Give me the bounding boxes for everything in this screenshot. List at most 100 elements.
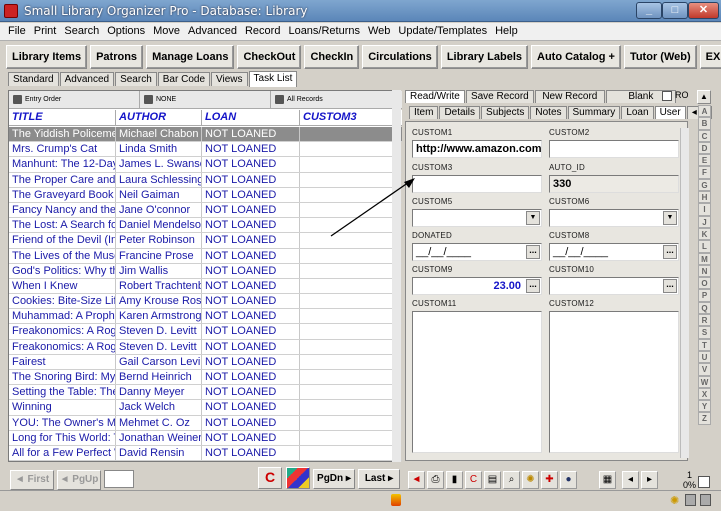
first-button[interactable]: ◄ First [10,470,54,490]
tab-advanced[interactable]: Advanced [59,72,115,86]
ellipsis-icon[interactable]: ... [663,279,677,293]
grid-scrollbar[interactable] [392,90,401,462]
close-button[interactable]: ✕ [688,2,719,19]
custom11-textarea[interactable] [412,311,542,453]
patrons-button[interactable]: Patrons [90,45,144,69]
custom6-select[interactable]: ▼ [549,209,679,227]
tab-views[interactable]: Views [211,72,248,86]
alpha-a[interactable]: A [698,105,711,118]
tab-standard[interactable]: Standard [8,72,59,86]
pgdn-button[interactable]: PgDn ▸ [313,469,355,489]
table-row[interactable]: The Yiddish Policemen Michael Chabon NOT L… [9,127,402,143]
jump-input[interactable] [104,470,134,488]
tab-search[interactable]: Search [115,72,157,86]
alpha-p[interactable]: P [698,289,711,302]
report-icon[interactable]: ▤ [484,471,501,489]
alpha-s[interactable]: S [698,326,711,339]
manage-loans-button[interactable]: Manage Loans [146,45,235,69]
table-row[interactable]: The Snoring Bird: My F Bernd Heinrich NOT … [9,370,402,386]
library-items-button[interactable]: Library Items [6,45,88,69]
pgup-button[interactable]: ◄ PgUp [57,470,101,490]
checkin-button[interactable]: CheckIn [304,45,360,69]
header-loan[interactable]: LOAN [202,110,300,125]
alpha-x[interactable]: X [698,387,711,401]
table-row[interactable]: All for a Few Perfect W David Rensin NOT L… [9,445,402,462]
ro-checkbox[interactable] [662,91,672,101]
header-custom3[interactable]: CUSTOM3 [300,110,400,125]
alpha-w[interactable]: W [698,375,711,388]
circulations-button[interactable]: Circulations [362,45,438,69]
exit-button[interactable]: EXIT [699,45,721,69]
table-row[interactable]: The Lives of the Muses Francine Prose NOT … [9,248,402,264]
table-row[interactable]: Cookies: Bite-Size LifeAmy Krouse Rosent… [9,294,402,310]
table-row[interactable]: Setting the Table: The Danny Meyer NOT LOA… [9,385,402,401]
alpha-b[interactable]: B [698,117,711,130]
alpha-k[interactable]: K [698,227,711,241]
menu-help[interactable]: Help [491,23,522,40]
menu-file[interactable]: File [4,23,30,40]
menu-update-templates[interactable]: Update/Templates [394,23,491,40]
alpha-z[interactable]: Z [698,412,711,425]
table-row[interactable]: YOU: The Owner's ManMehmet C. OzNOT LOAN… [9,415,402,431]
menu-record[interactable]: Record [241,23,284,40]
tab-summary[interactable]: Summary [567,106,621,119]
table-row[interactable]: Freakonomics: A Rogu Steven D. Levitt NOT … [9,339,402,355]
chevron-down-icon[interactable]: ▼ [663,211,677,225]
custom3-field[interactable] [412,175,542,193]
tab-item[interactable]: Item [409,106,439,119]
table-row[interactable]: Manhunt: The 12-DayJames L. SwansonNOT L… [9,157,402,173]
menu-print[interactable]: Print [30,23,61,40]
last-button[interactable]: Last ▸ [358,469,400,489]
custom5-select[interactable]: ▼ [412,209,542,227]
menu-web[interactable]: Web [364,23,394,40]
alpha-l[interactable]: L [698,240,711,253]
table-row[interactable]: Winning Jack Welch NOT LOANED [9,400,402,416]
sort-none[interactable]: NONE [140,91,271,108]
table-row[interactable]: Long for This World: Th Jonathan Weiner NO… [9,430,402,446]
custom9-field[interactable]: 23.00... [412,277,542,295]
table-row[interactable]: God's Politics: Why th Jim Wallis NOT LOAN… [9,263,402,279]
export-icon[interactable]: ▦ [599,471,616,489]
search-icon[interactable]: ⌕ [503,471,520,489]
donated-field[interactable]: __/__/____... [412,243,542,261]
print-icon[interactable]: ⎙ [427,471,444,489]
option-checkbox[interactable] [698,476,710,488]
trash-icon[interactable]: ▮ [446,471,463,489]
alpha-f[interactable]: F [698,166,711,179]
custom2-field[interactable] [549,140,679,158]
ellipsis-icon[interactable]: ... [663,245,677,259]
custom12-textarea[interactable] [549,311,679,453]
next-record-icon[interactable]: ▸ [641,471,658,489]
new-record-button[interactable]: New Record [534,90,605,103]
save-record-button[interactable]: Save Record [465,90,534,103]
alpha-e[interactable]: E [698,154,711,167]
alpha-n[interactable]: N [698,264,711,278]
tab-loan[interactable]: Loan [621,106,654,119]
alpha-t[interactable]: T [698,338,711,351]
maximize-button[interactable]: □ [662,2,688,19]
alpha-y[interactable]: Y [698,400,711,413]
chevron-down-icon[interactable]: ▼ [526,211,540,225]
scroll-up-icon[interactable]: ▲ [697,90,711,104]
ellipsis-icon[interactable]: ... [526,245,540,259]
alpha-u[interactable]: U [698,350,711,364]
tab-scroll-left-icon[interactable]: ◂ [686,106,699,119]
lightbulb-icon[interactable]: ✺ [522,471,539,489]
tab-read-write[interactable]: Read/Write [405,90,465,103]
table-row[interactable]: Freakonomics: A Rogu Steven D. Levitt NOT … [9,324,402,340]
prev-record-icon[interactable]: ◂ [622,471,639,489]
auto-catalog-button[interactable]: Auto Catalog + [531,45,621,69]
ellipsis-icon[interactable]: ... [526,279,540,293]
refresh-icon[interactable]: C [465,471,482,489]
alpha-i[interactable]: I [698,203,711,216]
checkout-button[interactable]: CheckOut [237,45,302,69]
alpha-d[interactable]: D [698,141,711,155]
alpha-j[interactable]: J [698,215,711,228]
tag-icon[interactable]: ✚ [541,471,558,489]
alpha-c[interactable]: C [698,129,711,142]
table-row[interactable]: Mrs. Crump's Cat Linda Smith NOT LOANED [9,142,402,158]
menu-options[interactable]: Options [103,23,149,40]
alpha-r[interactable]: R [698,314,711,327]
menu-advanced[interactable]: Advanced [184,23,241,40]
tutor-web-button[interactable]: Tutor (Web) [623,45,697,69]
